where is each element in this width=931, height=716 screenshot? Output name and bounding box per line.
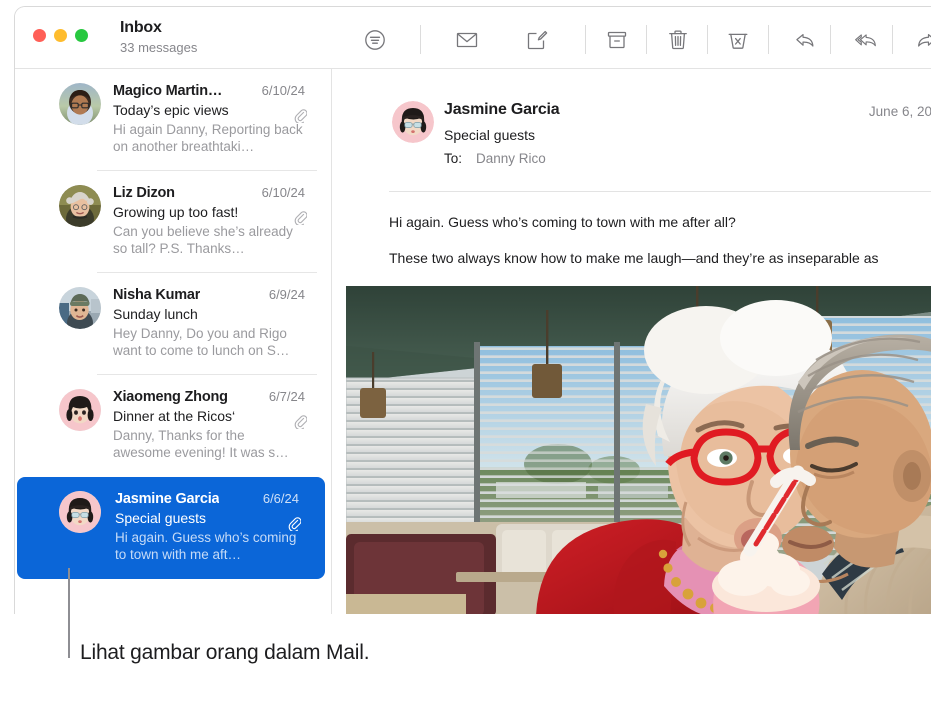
message-preview: Hey Danny, Do you and Rigo want to come … (113, 326, 290, 358)
message-list-item[interactable]: Nisha Kumar 6/9/24 Sunday lunch Hey Dann… (15, 273, 331, 375)
email-date: June 6, 2024 (868, 104, 931, 119)
reply-all-icon[interactable] (854, 27, 880, 53)
toolbar-divider (830, 25, 831, 54)
message-date: 6/6/24 (262, 491, 299, 506)
email-body-paragraph-1: Hi again. Guess who’s coming to town wit… (389, 214, 736, 230)
email-subject: Special guests (444, 127, 536, 143)
toolbar-divider (585, 25, 586, 54)
mailbox-message-count: 33 messages (120, 40, 198, 55)
toolbar-divider (646, 25, 647, 54)
avatar (59, 287, 101, 329)
message-preview: Can you believe she’s already so tall? P… (113, 224, 293, 256)
mail-window: Inbox 33 messages Magico Martin… 6/10/24… (14, 6, 931, 614)
callout-leader-line (68, 568, 70, 658)
email-photo-attachment[interactable] (346, 286, 931, 614)
email-to-label: To: (444, 151, 463, 166)
junk-icon[interactable] (725, 27, 751, 53)
message-sender: Jasmine Garcia (115, 491, 220, 507)
message-subject: Dinner at the Ricos‘ (113, 408, 236, 424)
avatar (392, 101, 434, 143)
message-subject: Growing up too fast! (113, 204, 239, 220)
message-list[interactable]: Magico Martin… 6/10/24 Today’s epic view… (15, 69, 332, 614)
message-sender: Xiaomeng Zhong (113, 389, 228, 405)
message-list-item[interactable]: Liz Dizon 6/10/24 Growing up too fast! C… (15, 171, 331, 273)
attachment-icon (288, 516, 302, 533)
message-date: 6/10/24 (261, 185, 305, 200)
message-list-item-selected[interactable]: Jasmine Garcia 6/6/24 Special guests Hi … (17, 477, 325, 579)
message-list-item[interactable]: Magico Martin… 6/10/24 Today’s epic view… (15, 69, 331, 171)
trash-icon[interactable] (665, 27, 691, 53)
message-preview: Danny, Thanks for the awesome evening! I… (113, 428, 289, 460)
filter-icon[interactable] (362, 27, 388, 53)
message-subject: Today’s epic views (113, 102, 229, 118)
avatar (59, 389, 101, 431)
get-mail-icon[interactable] (454, 27, 480, 53)
message-subject: Sunday lunch (113, 306, 198, 322)
avatar (59, 185, 101, 227)
message-sender: Magico Martin… (113, 83, 223, 99)
toolbar-divider (420, 25, 421, 54)
reply-icon[interactable] (793, 27, 819, 53)
email-body-paragraph-2: These two always know how to make me lau… (389, 250, 879, 266)
compose-icon[interactable] (524, 27, 550, 53)
email-to-recipient[interactable]: Danny Rico (476, 151, 546, 166)
message-preview: Hi again Danny, Reporting back on anothe… (113, 122, 303, 154)
message-date: 6/7/24 (268, 389, 305, 404)
message-date: 6/10/24 (261, 83, 305, 98)
callout-caption: Lihat gambar orang dalam Mail. (80, 641, 370, 664)
avatar (59, 83, 101, 125)
message-list-item[interactable]: Xiaomeng Zhong 6/7/24 Dinner at the Rico… (15, 375, 331, 477)
toolbar-divider (768, 25, 769, 54)
message-subject: Special guests (115, 510, 207, 526)
close-window-button[interactable] (33, 29, 46, 42)
toolbar-divider (707, 25, 708, 54)
avatar (59, 491, 101, 533)
message-preview: Hi again. Guess who’s coming to town wit… (115, 530, 297, 562)
message-sender: Liz Dizon (113, 185, 175, 201)
email-sender-name: Jasmine Garcia (444, 101, 560, 118)
forward-icon[interactable] (914, 27, 931, 53)
toolbar: Inbox 33 messages (15, 7, 931, 69)
minimize-window-button[interactable] (54, 29, 67, 42)
message-date: 6/9/24 (268, 287, 305, 302)
reading-pane: Jasmine Garcia June 6, 2024 Special gues… (333, 69, 931, 614)
archive-icon[interactable] (604, 27, 630, 53)
attachment-icon (294, 210, 308, 227)
mailbox-title: Inbox (120, 19, 162, 36)
header-divider (389, 191, 931, 192)
attachment-icon (294, 414, 308, 431)
message-sender: Nisha Kumar (113, 287, 201, 303)
zoom-window-button[interactable] (75, 29, 88, 42)
toolbar-divider (892, 25, 893, 54)
attachment-icon (294, 108, 308, 125)
